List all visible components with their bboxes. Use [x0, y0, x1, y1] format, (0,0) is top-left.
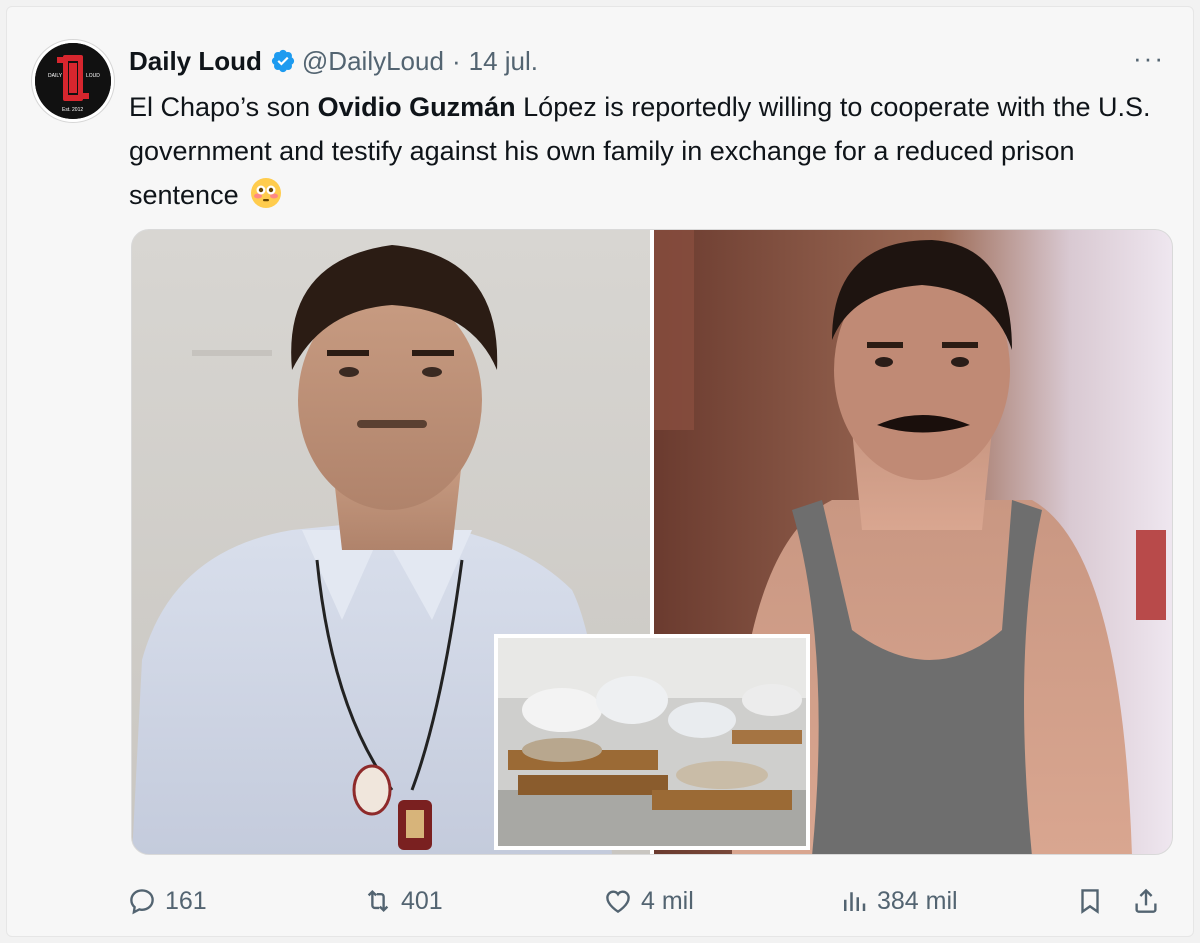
repost-count: 401: [401, 886, 443, 915]
repost-icon: [367, 889, 389, 913]
avatar[interactable]: DAILY LOUD Est. 2012: [31, 39, 115, 123]
share-icon: [1135, 888, 1157, 913]
repost-button[interactable]: 401: [363, 877, 443, 925]
tweet-text: El Chapo’s son Ovidio Guzmán López is re…: [129, 85, 1179, 217]
avatar-small-left: DAILY: [48, 73, 63, 79]
like-button[interactable]: 4 mil: [603, 877, 694, 925]
reply-button[interactable]: 161: [127, 877, 207, 925]
author-handle[interactable]: @DailyLoud: [302, 46, 444, 77]
analytics-icon: [844, 892, 866, 911]
tweet-media[interactable]: [131, 229, 1173, 855]
author-name[interactable]: Daily Loud: [129, 46, 262, 77]
flushed-face-emoji-icon: [251, 178, 282, 208]
tweet-date[interactable]: 14 jul.: [469, 46, 538, 77]
daily-loud-logo: DAILY LOUD Est. 2012: [35, 43, 111, 119]
inset-photo: [494, 634, 810, 850]
tweet-actions: 161 401 4 mil 384 mil: [127, 877, 1177, 925]
verified-badge-icon[interactable]: [270, 48, 296, 74]
avatar-est: Est. 2012: [62, 107, 83, 113]
share-button[interactable]: [1131, 877, 1169, 925]
tweet-text-bold: Ovidio Guzmán: [317, 92, 516, 122]
tweet-header: Daily Loud @DailyLoud · 14 jul.: [129, 41, 538, 81]
reply-icon: [130, 889, 154, 915]
reply-count: 161: [165, 886, 207, 915]
avatar-small-right: LOUD: [86, 73, 100, 79]
more-options-button[interactable]: ···: [1133, 43, 1165, 74]
views-count: 384 mil: [877, 886, 958, 915]
separator-dot: ·: [451, 45, 461, 76]
tweet-card[interactable]: DAILY LOUD Est. 2012 Daily Loud @DailyLo…: [6, 6, 1194, 937]
like-count: 4 mil: [641, 886, 694, 915]
bookmark-icon: [1081, 889, 1099, 914]
bookmark-button[interactable]: [1075, 877, 1113, 925]
heart-icon: [606, 890, 630, 914]
tweet-text-part1: El Chapo’s son: [129, 92, 318, 122]
views-button[interactable]: 384 mil: [839, 877, 958, 925]
